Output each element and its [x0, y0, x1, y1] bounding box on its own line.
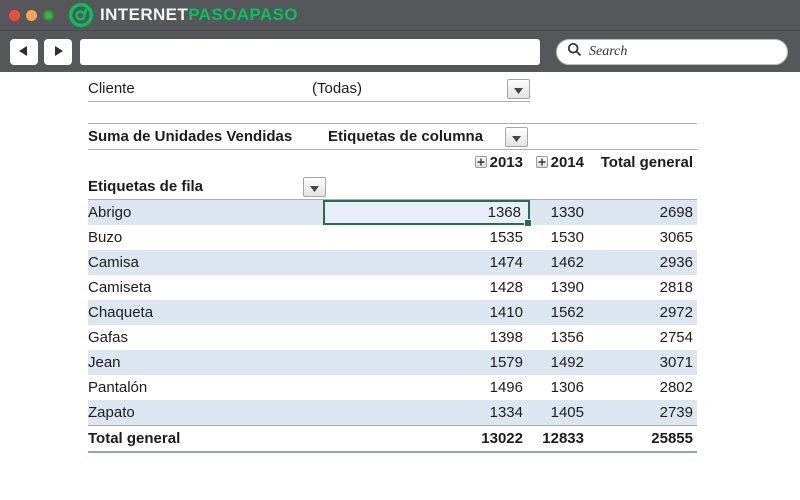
expand-2013-button[interactable]	[474, 154, 487, 169]
cell-value[interactable]: 1530	[530, 225, 588, 250]
zoom-button[interactable]	[43, 9, 54, 21]
row-label[interactable]: Pantalón	[88, 375, 323, 400]
spreadsheet-area: Cliente (Todas) Suma de Unidades Vendida…	[0, 72, 800, 500]
cell-value[interactable]: 2802	[588, 375, 697, 400]
window-controls	[9, 9, 54, 21]
cell-value[interactable]: 1562	[530, 300, 588, 325]
pivot-header: Suma de Unidades Vendidas Etiquetas de c…	[88, 123, 697, 200]
filter-field-label: Cliente	[88, 80, 135, 97]
row-labels-dropdown-button[interactable]	[303, 177, 326, 197]
browser-toolbar	[0, 30, 800, 72]
brand-logo-icon	[68, 2, 94, 28]
table-row: Chaqueta 1410 1562 2972	[88, 300, 697, 325]
back-button[interactable]	[10, 39, 38, 65]
year-header-spacer	[88, 150, 323, 175]
table-row: Abrigo 1368 1330 2698	[88, 200, 697, 227]
grand-total-label: Total general	[88, 430, 181, 447]
dropdown-arrow-icon	[514, 82, 523, 97]
forward-button[interactable]	[44, 39, 72, 65]
column-header-label: 2014	[550, 154, 584, 171]
cell-value[interactable]: 1535	[323, 225, 530, 250]
row-label[interactable]: Buzo	[88, 225, 323, 250]
search-box[interactable]	[556, 39, 788, 65]
grand-total-2014: 12833	[542, 430, 584, 447]
brand-name: INTERNETPASOAPASO	[100, 5, 298, 25]
cell-value[interactable]: 2972	[588, 300, 697, 325]
cell-value[interactable]: 1334	[323, 400, 530, 425]
cell-value[interactable]: 3065	[588, 225, 697, 250]
cell-value[interactable]: 1474	[323, 250, 530, 275]
cell-value[interactable]: 1356	[530, 325, 588, 350]
cell-value[interactable]: 1306	[530, 375, 588, 400]
pivot-table-body: Abrigo 1368 1330 2698 Buzo 1535 1530 306…	[88, 200, 697, 453]
row-labels-header: Etiquetas de fila	[88, 175, 697, 200]
expand-2014-button[interactable]	[535, 154, 548, 169]
cell-value[interactable]: 2698	[588, 200, 697, 225]
column-header-label: 2013	[489, 154, 523, 171]
browser-window: INTERNETPASOAPASO Search Cliente (Todas)…	[0, 0, 800, 500]
title-bar: INTERNETPASOAPASO	[0, 0, 800, 30]
cell-value[interactable]: 1462	[530, 250, 588, 275]
cell-value[interactable]: 1428	[323, 275, 530, 300]
row-label[interactable]: Abrigo	[88, 200, 323, 225]
cell-value[interactable]: 1330	[530, 200, 588, 225]
table-row: Camisa 1474 1462 2936	[88, 250, 697, 275]
column-header-total: Total general	[600, 154, 693, 171]
table-row: Pantalón 1496 1306 2802	[88, 375, 697, 400]
filter-dropdown-button[interactable]	[507, 79, 530, 99]
cell-value[interactable]: 1579	[323, 350, 530, 375]
cell-value[interactable]: 2739	[588, 400, 697, 425]
brand-name-secondary: PASOAPASO	[188, 5, 298, 24]
row-labels-title: Etiquetas de fila	[88, 178, 204, 195]
values-title: Suma de Unidades Vendidas	[88, 128, 293, 145]
pivot-title-row: Suma de Unidades Vendidas Etiquetas de c…	[88, 123, 697, 150]
cell-value[interactable]: 1405	[530, 400, 588, 425]
forward-arrow-icon	[52, 45, 64, 60]
table-row: Camiseta 1428 1390 2818	[88, 275, 697, 300]
pivot-year-header-row: 2013 2014 Total general	[88, 150, 697, 175]
table-row: Buzo 1535 1530 3065	[88, 225, 697, 250]
cell-value[interactable]: 1390	[530, 275, 588, 300]
grand-total-row: Total general 13022 12833 25855	[88, 425, 697, 453]
row-label[interactable]: Jean	[88, 350, 323, 375]
brand-name-primary: INTERNET	[100, 5, 189, 24]
cell-value[interactable]: 1368	[323, 200, 532, 227]
row-label[interactable]: Camisa	[88, 250, 323, 275]
cell-value[interactable]: 2818	[588, 275, 697, 300]
table-row: Zapato 1334 1405 2739	[88, 400, 697, 425]
close-button[interactable]	[9, 9, 20, 21]
row-label[interactable]: Gafas	[88, 325, 323, 350]
row-label[interactable]: Zapato	[88, 400, 323, 425]
pivot-rows: Abrigo 1368 1330 2698 Buzo 1535 1530 306…	[88, 200, 697, 425]
cell-value[interactable]: 2936	[588, 250, 697, 275]
pivot-filter-row: Cliente (Todas)	[88, 79, 530, 102]
cell-value[interactable]: 1398	[323, 325, 530, 350]
grand-total-overall: 25855	[651, 430, 693, 447]
table-row: Jean 1579 1492 3071	[88, 350, 697, 375]
row-label[interactable]: Chaqueta	[88, 300, 323, 325]
minimize-button[interactable]	[26, 9, 37, 21]
search-icon	[567, 42, 582, 62]
column-labels-dropdown-button[interactable]	[505, 127, 528, 147]
grand-total-2013: 13022	[481, 430, 523, 447]
row-label[interactable]: Camiseta	[88, 275, 323, 300]
column-header-2014: 2014	[530, 150, 588, 175]
back-arrow-icon	[18, 45, 30, 60]
plus-icon	[538, 154, 546, 169]
cell-value[interactable]: 2754	[588, 325, 697, 350]
column-labels-title: Etiquetas de columna	[328, 128, 484, 145]
column-header-2013: 2013	[323, 150, 530, 175]
cell-value[interactable]: 1496	[323, 375, 530, 400]
cell-value[interactable]: 1410	[323, 300, 530, 325]
plus-icon	[477, 154, 485, 169]
search-input[interactable]	[587, 43, 777, 61]
dropdown-arrow-icon	[512, 130, 521, 145]
cell-value[interactable]: 3071	[588, 350, 697, 375]
address-bar[interactable]	[80, 39, 540, 65]
dropdown-arrow-icon	[310, 180, 319, 195]
table-row: Gafas 1398 1356 2754	[88, 325, 697, 350]
filter-value: (Todas)	[312, 80, 363, 97]
cell-value[interactable]: 1492	[530, 350, 588, 375]
